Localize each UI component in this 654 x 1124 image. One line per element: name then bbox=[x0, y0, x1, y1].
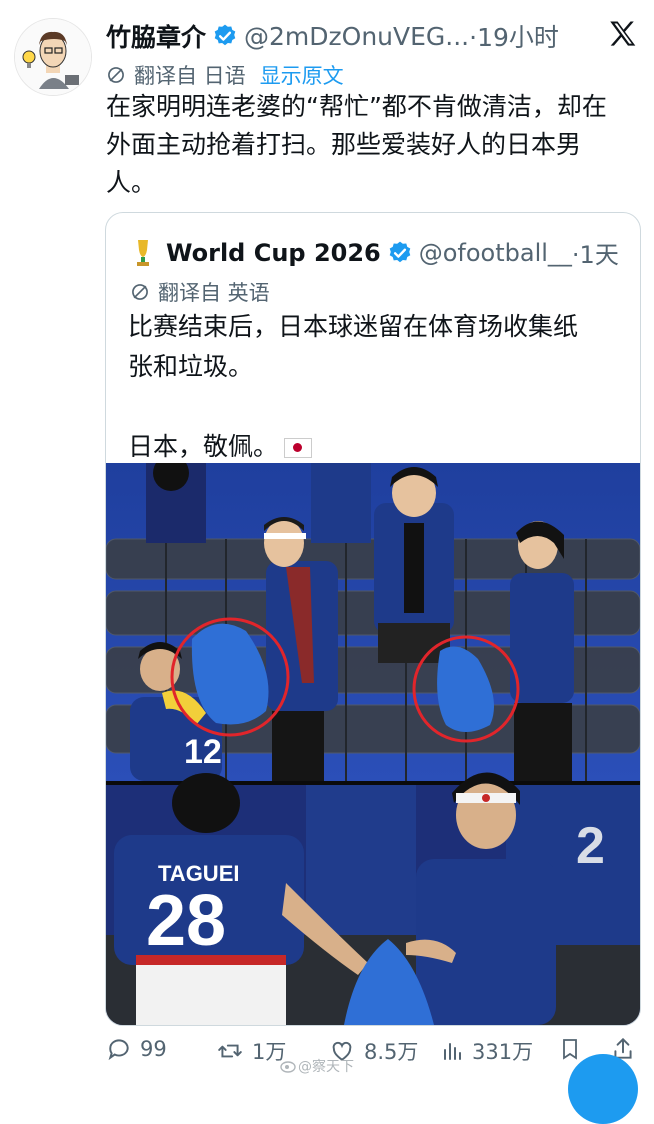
translation-info: 翻译自 日语 显示原文 bbox=[106, 60, 344, 90]
floating-compose-button[interactable] bbox=[568, 1054, 638, 1124]
jersey-number-28: 28 bbox=[146, 881, 226, 961]
author-avatar[interactable] bbox=[14, 18, 92, 96]
repost-icon bbox=[218, 1044, 242, 1058]
view-count: 331万 bbox=[472, 1040, 534, 1064]
quoted-closing-line: 日本，敬佩。 bbox=[128, 432, 279, 461]
quoted-translation-info: 翻译自 英语 bbox=[130, 277, 270, 307]
avatar-illustration bbox=[15, 19, 91, 95]
watermark-text: @察天下 bbox=[298, 1059, 354, 1075]
japan-flag-icon bbox=[284, 438, 313, 458]
tweet-text-line: 人。 bbox=[106, 168, 157, 197]
author-name[interactable]: 竹脇章介 bbox=[106, 18, 206, 54]
x-logo-icon[interactable] bbox=[606, 18, 640, 52]
weibo-logo-icon bbox=[280, 1061, 296, 1073]
watermark: @察天下 bbox=[280, 1056, 354, 1076]
quoted-media-photo[interactable]: 12 2 TAGUEI 28 bbox=[106, 455, 640, 1025]
quoted-tweet-header: World Cup 2026 @ofootball__ ·1天 bbox=[130, 235, 619, 270]
reply-button[interactable]: 99 bbox=[106, 1036, 167, 1062]
tweet-text-line: 外面主动抢着打扫。那些爱装好人的日本男 bbox=[106, 130, 582, 159]
quoted-tweet-time: ·1天 bbox=[571, 241, 619, 269]
translated-from-label: 翻译自 日语 bbox=[134, 64, 246, 88]
repost-button[interactable]: 1万 bbox=[216, 1036, 286, 1066]
translate-icon bbox=[108, 67, 124, 83]
views-button[interactable]: 331万 bbox=[440, 1036, 533, 1066]
jersey-number-12: 12 bbox=[184, 733, 222, 771]
bookmark-icon bbox=[563, 1039, 577, 1060]
views-chart-icon bbox=[444, 1043, 461, 1060]
world-cup-trophy-icon bbox=[137, 239, 149, 266]
verified-badge-icon bbox=[214, 24, 236, 46]
quoted-tweet-text: 比赛结束后，日本球迷留在体育场收集纸 张和垃圾。 日本，敬佩。 bbox=[128, 307, 628, 467]
tweet-text-line: 在家明明连老婆的“帮忙”都不肯做清洁，却在 bbox=[106, 92, 607, 121]
quoted-author-handle[interactable]: @ofootball__ bbox=[419, 239, 572, 267]
like-count: 8.5万 bbox=[364, 1040, 419, 1064]
author-handle[interactable]: @2mDzOnuVEG... bbox=[244, 22, 469, 51]
reply-icon bbox=[108, 1039, 129, 1061]
tweet-header: 竹脇章介 @2mDzOnuVEG... ·19小时 bbox=[106, 18, 559, 54]
stadium-photo: 12 2 TAGUEI 28 bbox=[106, 455, 640, 1025]
reply-count: 99 bbox=[140, 1037, 167, 1061]
quoted-text-line: 张和垃圾。 bbox=[128, 352, 254, 381]
quoted-text-line: 比赛结束后，日本球迷留在体育场收集纸 bbox=[128, 312, 579, 341]
quoted-author-name[interactable]: World Cup 2026 bbox=[166, 239, 381, 267]
verified-badge-icon bbox=[389, 241, 411, 262]
svg-text:2: 2 bbox=[576, 817, 605, 875]
quoted-translated-from-label: 翻译自 英语 bbox=[158, 281, 270, 305]
translate-icon bbox=[132, 284, 148, 300]
quoted-tweet[interactable]: World Cup 2026 @ofootball__ ·1天 翻译自 英语 比… bbox=[105, 212, 641, 1026]
tweet-time[interactable]: ·19小时 bbox=[469, 18, 559, 54]
show-original-link[interactable]: 显示原文 bbox=[260, 60, 344, 90]
tweet-text: 在家明明连老婆的“帮忙”都不肯做清洁，却在 外面主动抢着打扫。那些爱装好人的日本… bbox=[106, 88, 636, 202]
